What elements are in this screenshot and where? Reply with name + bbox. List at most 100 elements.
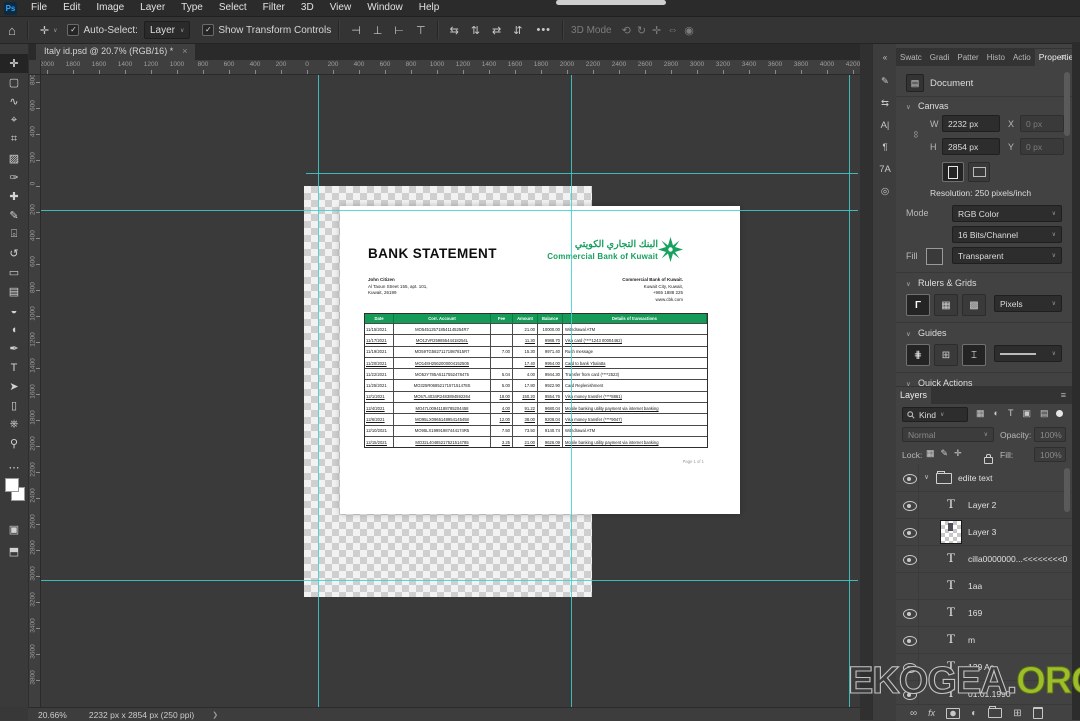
menu-3d[interactable]: 3D [293,0,322,16]
layer-row[interactable]: Tcilla0000000...<<<<<<<<0 d [896,545,1072,573]
close-icon[interactable]: × [182,46,187,56]
visibility-eye-icon[interactable] [903,609,917,619]
tab-swatc[interactable]: Swatc [896,49,926,66]
lock-guides-button[interactable]: ⊞ [934,344,958,366]
align-left-icon[interactable]: ⊣ [351,24,361,37]
adjustments-panel-icon[interactable]: ⇆ [876,94,894,112]
chevron-down-icon[interactable]: ∨ [906,330,911,338]
lock-move-icon[interactable]: ✛ [954,448,962,459]
add-mask-icon[interactable] [946,708,960,719]
opacity-field[interactable]: 100% [1034,427,1066,442]
bank-statement-page[interactable]: BANK STATEMENT البنك التجاري الكويتي Com… [340,206,740,514]
layer-row[interactable]: Tm [896,626,1072,654]
3d-roll-icon[interactable]: ↻ [637,24,646,37]
3d-orbit-icon[interactable]: ⟲ [622,24,631,37]
adjustment-layer-icon[interactable]: ◐ [971,708,977,719]
screen-mode-icon[interactable]: ⬒ [0,542,28,561]
panel-menu-icon[interactable]: ≡ [1061,52,1066,62]
move-tool-icon[interactable]: ✛ [0,54,28,73]
layer-filter-dropdown[interactable]: Kind ∨ [902,407,968,422]
auto-select-checkbox[interactable]: ✓ [67,24,79,36]
dodge-tool-icon[interactable]: ◖ [0,320,28,339]
frame-tool-icon[interactable]: ▨ [0,149,28,168]
distribute-v-icon[interactable]: ⇅ [471,24,480,37]
layers-panel-menu-icon[interactable]: ≡ [1061,390,1066,400]
lock-paint-icon[interactable]: ✎ [941,448,949,459]
distribute-h-icon[interactable]: ⇆ [450,24,459,37]
menu-filter[interactable]: Filter [255,0,293,16]
path-select-tool-icon[interactable]: ➤ [0,377,28,396]
marquee-tool-icon[interactable]: ▢ [0,73,28,92]
x-field[interactable]: 0 px [1020,115,1064,132]
fill-swatch[interactable] [926,248,943,265]
toggle-grid-button[interactable]: ▦ [934,294,958,316]
distribute-top-icon[interactable]: ⇵ [513,24,522,37]
align-center-h-icon[interactable]: ⊥ [373,24,383,37]
tab-gradi[interactable]: Gradi [926,49,954,66]
toggle-pixel-grid-button[interactable]: ▩ [962,294,986,316]
width-field[interactable]: 2232 px [942,115,1000,132]
ruler-units-dropdown[interactable]: Pixels ∨ [994,295,1062,312]
y-field[interactable]: 0 px [1020,138,1064,155]
layer-row[interactable]: TLayer 2 [896,491,1072,519]
properties-scrollbar[interactable] [1064,72,1070,136]
filter-shape-layers-icon[interactable]: ▣ [1022,408,1031,419]
link-layers-icon[interactable]: ∞ [910,708,917,719]
color-mode-dropdown[interactable]: RGB Color ∨ [952,205,1062,222]
3d-pan-icon[interactable]: ✛ [652,24,661,37]
fill-dropdown[interactable]: Transparent ∨ [952,247,1062,264]
more-tools-icon[interactable]: ⋯ [0,458,28,477]
pen-tool-icon[interactable]: ✒ [0,339,28,358]
object-selection-tool-icon[interactable]: ⌖ [0,111,28,130]
chevron-down-icon[interactable]: ∨ [53,27,57,34]
menu-view[interactable]: View [322,0,360,16]
brush-tool-icon[interactable]: ✎ [0,206,28,225]
visibility-eye-icon[interactable] [903,474,917,484]
height-field[interactable]: 2854 px [942,138,1000,155]
lock-all-icon[interactable] [984,457,993,464]
menu-file[interactable]: File [23,0,55,16]
move-tool-icon[interactable]: ✛ [40,24,49,37]
menu-help[interactable]: Help [411,0,448,16]
filter-smart-objects-icon[interactable]: ▤ [1040,408,1049,419]
blend-mode-dropdown[interactable]: Normal ∨ [902,427,994,442]
hand-tool-icon[interactable]: ⎈ [0,415,28,434]
chevron-down-icon[interactable]: ∨ [906,103,911,111]
distribute-left-icon[interactable]: ⇄ [492,24,501,37]
menu-select[interactable]: Select [211,0,255,16]
horizontal-ruler[interactable]: 2000180016001400120010008006004002000200… [28,60,860,75]
menu-edit[interactable]: Edit [55,0,88,16]
zoom-tool-icon[interactable]: ⚲ [0,434,28,453]
align-right-icon[interactable]: ⊢ [394,24,404,37]
portrait-orientation-button[interactable] [942,162,964,182]
vertical-ruler[interactable]: 8006004002000200400600800100012001400160… [28,74,41,707]
home-icon[interactable]: ⌂ [8,23,16,38]
filter-toggle-icon[interactable] [1056,410,1063,417]
lock-transparency-icon[interactable]: ▦ [926,448,935,459]
3d-camera-icon[interactable]: ◉ [684,24,694,37]
paragraph-panel-icon[interactable]: ¶ [876,138,894,156]
visibility-eye-icon[interactable] [903,501,917,511]
show-transform-checkbox[interactable]: ✓ [202,24,214,36]
type-tool-icon[interactable]: T [0,358,28,377]
expand-panels-icon[interactable]: « [876,48,894,66]
more-options-icon[interactable]: ••• [536,24,551,36]
chevron-down-icon[interactable]: ∨ [906,280,911,288]
menu-image[interactable]: Image [88,0,132,16]
brush-settings-panel-icon[interactable]: ✎ [876,72,894,90]
status-chevron-icon[interactable]: ❯ [212,711,218,719]
new-group-icon[interactable] [988,708,1002,718]
guide-style-dropdown[interactable]: ∨ [994,345,1062,362]
menu-type[interactable]: Type [173,0,211,16]
menu-layer[interactable]: Layer [132,0,173,16]
layer-row[interactable]: Layer 3 [896,518,1072,546]
eraser-tool-icon[interactable]: ▭ [0,263,28,282]
layer-row[interactable]: ∨edite text [896,464,1072,492]
blur-tool-icon[interactable]: ◒ [0,301,28,320]
glyphs-panel-icon[interactable]: 7A [876,160,894,178]
filter-adjustment-layers-icon[interactable]: ◐ [994,408,999,419]
document-tab[interactable]: Italy id.psd @ 20.7% (RGB/16) * × [36,42,195,60]
zoom-level[interactable]: 20.66% [38,710,67,720]
link-dimensions-icon[interactable]: ∞ [910,131,921,138]
3d-slide-icon[interactable]: ⇔ [667,24,678,37]
